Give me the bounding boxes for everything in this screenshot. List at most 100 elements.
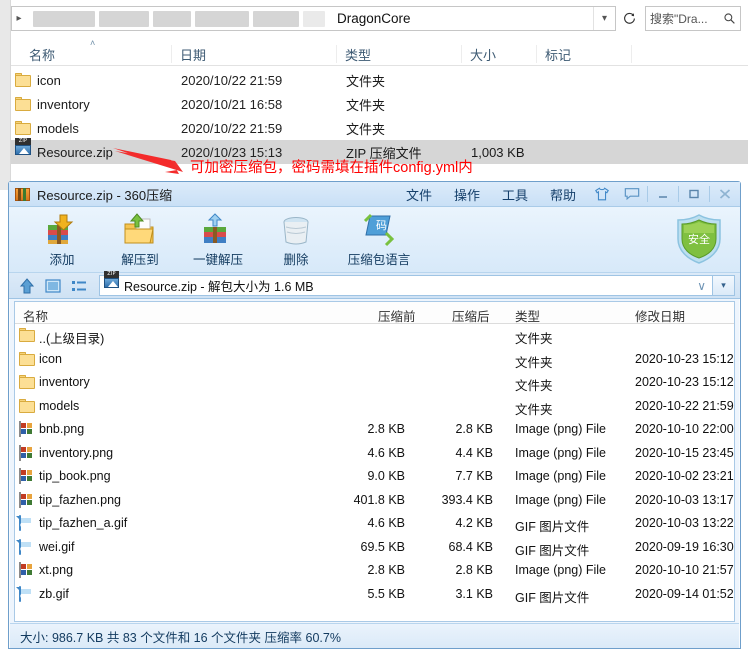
list-item[interactable]: GIF zb.gif 5.5 KB 3.1 KB GIF 图片文件 2020-0…: [15, 583, 734, 607]
list-item[interactable]: tip_fazhen.png 401.8 KB 393.4 KB Image (…: [15, 489, 734, 513]
redacted-path: [27, 10, 327, 27]
size-after: 7.7 KB: [455, 469, 493, 483]
status-text: 大小: 986.7 KB 共 83 个文件和 16 个文件夹 压缩率 60.7%: [20, 630, 341, 645]
close-icon[interactable]: [710, 182, 740, 206]
menu-operation[interactable]: 操作: [443, 185, 491, 204]
security-shield-icon[interactable]: 安全: [674, 213, 724, 265]
folder-icon: [15, 72, 32, 88]
up-arrow-icon[interactable]: [15, 275, 39, 296]
column-header-name[interactable]: 名称: [23, 306, 48, 325]
file-name: tip_fazhen_a.gif: [39, 516, 128, 530]
file-type: 文件夹: [346, 73, 386, 89]
archive-file-list[interactable]: 名称 压缩前 压缩后 类型 修改日期 ..(上级目录) 文件夹 icon 文件夹: [14, 301, 735, 622]
add-button-label: 添加: [49, 253, 75, 267]
zip-icon: ZIP: [15, 137, 32, 160]
size-before: 5.5 KB: [367, 586, 405, 601]
extract-to-button-label: 解压到: [121, 253, 159, 267]
list-item[interactable]: tip_book.png 9.0 KB 7.7 KB Image (png) F…: [15, 465, 734, 489]
search-icon: [724, 13, 735, 24]
preview-pane-icon[interactable]: [41, 275, 65, 296]
archive-rows[interactable]: ..(上级目录) 文件夹 icon 文件夹 2020-10-23 15:12 i…: [15, 324, 734, 606]
file-name: icon: [37, 72, 61, 88]
file-type: GIF 图片文件: [515, 590, 590, 605]
search-input[interactable]: 搜索"Dra...: [645, 6, 741, 31]
file-type: 文件夹: [515, 379, 553, 393]
archive-icon: [15, 187, 31, 202]
tshirt-skin-icon[interactable]: [587, 182, 617, 206]
svg-text:码: 码: [376, 219, 387, 232]
list-view-icon[interactable]: [67, 275, 91, 296]
window-title: Resource.zip - 360压缩: [37, 187, 173, 203]
png-icon: [19, 444, 35, 461]
list-item[interactable]: GIF tip_fazhen_a.gif 4.6 KB 4.2 KB GIF 图…: [15, 512, 734, 536]
column-header-type[interactable]: 类型: [336, 45, 371, 63]
archive-toolbar[interactable]: 添加 解压到 一键解压 删除 码 压缩包语言 安全: [9, 207, 740, 273]
file-name: tip_book.png: [39, 469, 111, 483]
column-header-name[interactable]: 名称: [29, 45, 55, 63]
add-button[interactable]: 添加: [23, 211, 101, 269]
file-date: 2020/10/22 21:59: [181, 120, 283, 136]
column-header-size[interactable]: 大小: [461, 45, 496, 63]
column-header-date[interactable]: 日期: [171, 45, 206, 63]
list-item[interactable]: ..(上级目录) 文件夹: [15, 324, 734, 348]
menu-bar[interactable]: 文件 操作 工具 帮助: [395, 182, 740, 206]
modified-date: 2020-10-23 15:12: [635, 375, 734, 389]
table-row[interactable]: icon 2020/10/22 21:59 文件夹: [11, 68, 748, 92]
list-item[interactable]: xt.png 2.8 KB 2.8 KB Image (png) File 20…: [15, 559, 734, 583]
file-name: tip_fazhen.png: [39, 492, 122, 507]
explorer-left-strip: [0, 0, 11, 190]
file-explorer-window: ▸ DragonCore ▾ 搜索"Dra... 名称 日期 类型 大小 标记: [0, 0, 748, 190]
file-date: 2020/10/21 16:58: [181, 96, 283, 112]
file-type: GIF 图片文件: [515, 520, 590, 534]
size-before: 69.5 KB: [360, 539, 405, 554]
list-item[interactable]: bnb.png 2.8 KB 2.8 KB Image (png) File 2…: [15, 418, 734, 442]
list-item[interactable]: models 文件夹 2020-10-22 21:59: [15, 395, 734, 419]
address-bar[interactable]: ▸ DragonCore ▾: [11, 6, 616, 31]
menu-tools[interactable]: 工具: [491, 185, 539, 204]
table-row[interactable]: models 2020/10/22 21:59 文件夹: [11, 116, 748, 140]
file-date: 2020/10/22 21:59: [181, 72, 283, 88]
extract-to-button[interactable]: 解压到: [101, 211, 179, 269]
search-placeholder: 搜索"Dra...: [650, 12, 708, 26]
chevron-down-icon[interactable]: ▾: [713, 275, 735, 296]
file-name: Resource.zip: [37, 144, 113, 160]
chevron-down-icon[interactable]: ▾: [593, 7, 615, 30]
table-row[interactable]: inventory 2020/10/21 16:58 文件夹: [11, 92, 748, 116]
archive-language-button[interactable]: 码 压缩包语言: [335, 211, 423, 269]
feedback-icon[interactable]: [617, 182, 647, 206]
file-name: ..(上级目录): [39, 332, 105, 346]
list-item[interactable]: GIF wei.gif 69.5 KB 68.4 KB GIF 图片文件 202…: [15, 536, 734, 560]
menu-help[interactable]: 帮助: [539, 185, 587, 204]
folder-icon: [19, 375, 35, 390]
archive-column-headers: 名称 压缩前 压缩后 类型 修改日期: [15, 302, 734, 324]
size-before: 401.8 KB: [353, 492, 405, 507]
size-before: 2.8 KB: [367, 563, 405, 577]
column-header-size-before[interactable]: 压缩前: [378, 306, 416, 325]
column-header-type[interactable]: 类型: [515, 306, 540, 325]
file-type: GIF 图片文件: [515, 543, 590, 558]
chevron-right-icon[interactable]: ▸: [12, 13, 26, 24]
one-click-extract-button[interactable]: 一键解压: [179, 211, 257, 269]
delete-button[interactable]: 删除: [257, 211, 335, 269]
column-header-size-after[interactable]: 压缩后: [452, 306, 490, 325]
modified-date: 2020-10-10 22:00: [635, 422, 734, 436]
modified-date: 2020-10-10 21:57: [635, 563, 734, 577]
minimize-icon[interactable]: [648, 182, 678, 206]
list-item[interactable]: icon 文件夹 2020-10-23 15:12: [15, 348, 734, 372]
refresh-button[interactable]: [619, 6, 639, 31]
column-header-modified[interactable]: 修改日期: [635, 306, 685, 325]
zip-icon: ZIP: [104, 271, 119, 293]
file-type: Image (png) File: [515, 492, 607, 507]
column-header-tag[interactable]: 标记: [536, 45, 571, 63]
archive-path-field[interactable]: ZIP Resource.zip - 解包大小为 1.6 MB ∨: [99, 271, 713, 296]
archive-language-button-label: 压缩包语言: [347, 253, 411, 267]
menu-file[interactable]: 文件: [395, 185, 443, 204]
list-item[interactable]: inventory.png 4.6 KB 4.4 KB Image (png) …: [15, 442, 734, 466]
modified-date: 2020-10-15 23:45: [635, 445, 734, 460]
column-divider: [631, 45, 632, 63]
size-before: 9.0 KB: [367, 469, 405, 483]
file-name: zb.gif: [39, 586, 69, 601]
list-item[interactable]: inventory 文件夹 2020-10-23 15:12: [15, 371, 734, 395]
archive-pathbar[interactable]: ZIP Resource.zip - 解包大小为 1.6 MB ∨ ▾: [9, 271, 740, 299]
maximize-icon[interactable]: [679, 182, 709, 206]
